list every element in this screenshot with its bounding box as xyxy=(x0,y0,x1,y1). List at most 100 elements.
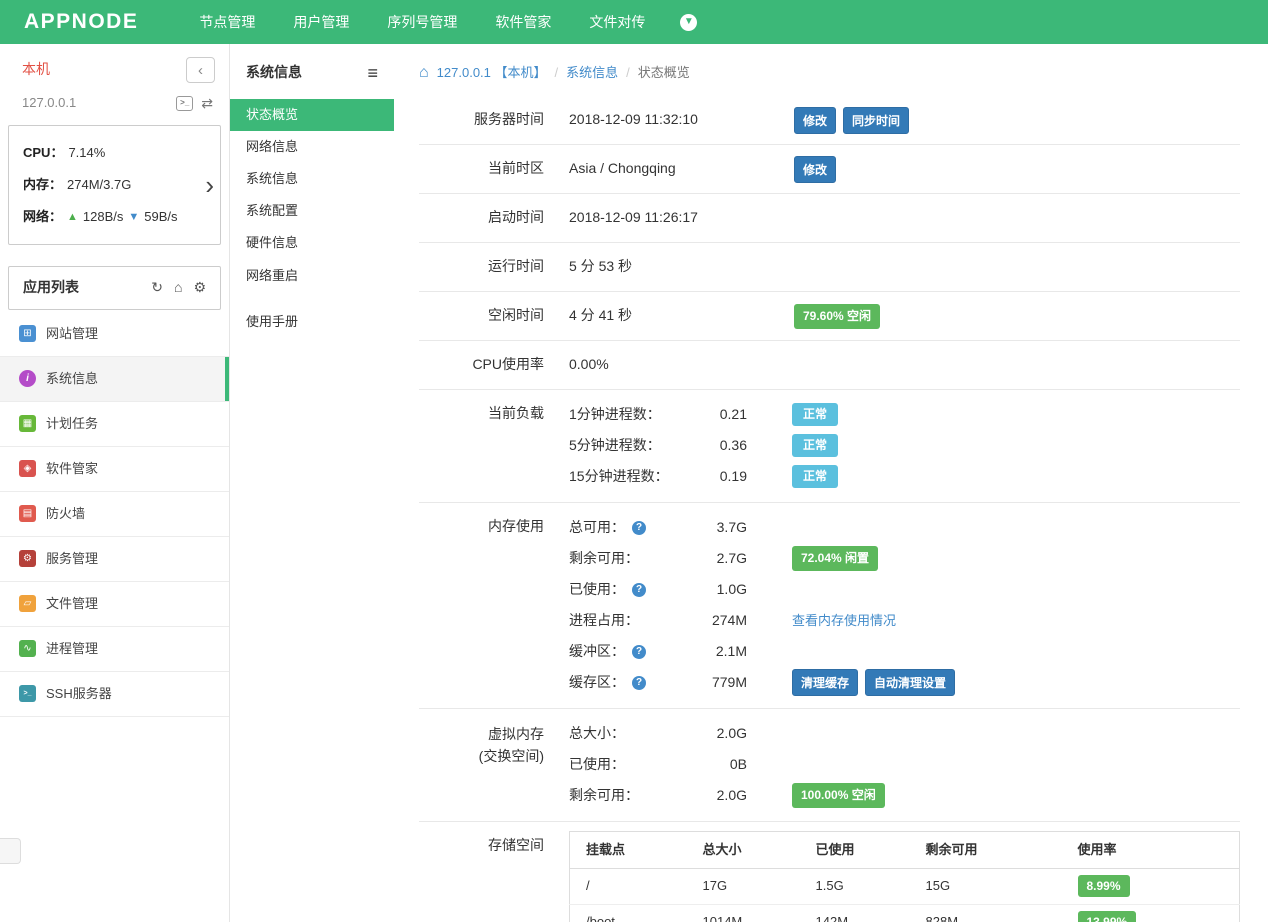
storage-usage-badge: 13.99% xyxy=(1078,911,1137,922)
storage-used: 1.5G xyxy=(800,869,910,904)
app-item-label: 进程管理 xyxy=(46,640,98,658)
app-list-header: 应用列表 ↻ ⌂ ⚙ xyxy=(8,266,221,310)
chevron-down-icon: ▼ xyxy=(680,14,697,31)
upload-arrow-icon: ▲ xyxy=(67,201,78,233)
submenu-item-status-overview[interactable]: 状态概览 xyxy=(230,99,394,131)
side-widget-tab[interactable] xyxy=(0,838,21,864)
cpu-stat-label: CPU： xyxy=(23,137,63,169)
storage-free: 15G xyxy=(910,869,1062,904)
swap-label-line2: (交换空间) xyxy=(419,745,544,767)
load-1min-value: 0.21 xyxy=(699,405,747,425)
nav-serial-management[interactable]: 序列号管理 xyxy=(368,0,476,44)
swap-free-label: 剩余可用： xyxy=(569,786,639,806)
ssh-terminal-icon: >_ xyxy=(19,685,36,702)
load-1min-label: 1分钟进程数： xyxy=(569,405,661,425)
submenu-item-hardware-info[interactable]: 硬件信息 xyxy=(230,227,394,259)
sidebar-item-software-manager[interactable]: ◈ 软件管家 xyxy=(0,447,229,492)
row-timezone: 当前时区 Asia / Chongqing 修改 xyxy=(419,145,1240,194)
swap-total-label: 总大小： xyxy=(569,724,625,744)
submenu-item-system-info[interactable]: 系统信息 xyxy=(230,163,394,195)
app-item-label: 计划任务 xyxy=(46,415,98,433)
uptime-value: 5 分 53 秒 xyxy=(569,257,794,277)
menu-icon[interactable]: ≡ xyxy=(367,64,378,82)
network-stat-label: 网络： xyxy=(23,201,62,233)
memory-process-row: 进程占用： 274M 查看内存使用情况 xyxy=(569,605,955,636)
breadcrumb-host-link[interactable]: 127.0.0.1 【本机】 xyxy=(437,64,547,82)
storage-header-row: 挂载点 总大小 已使用 剩余可用 使用率 xyxy=(570,832,1240,869)
app-item-label: 网站管理 xyxy=(46,325,98,343)
network-stat: 网络： ▲ 128B/s ▼ 59B/s xyxy=(23,201,194,233)
home-icon[interactable]: ⌂ xyxy=(174,278,182,298)
sidebar-item-website[interactable]: ⊞ 网站管理 xyxy=(0,312,229,357)
storage-usage-badge: 8.99% xyxy=(1078,875,1130,897)
help-icon[interactable]: ? xyxy=(632,676,646,690)
home-icon[interactable]: ⌂ xyxy=(419,65,429,81)
chevron-right-icon[interactable]: › xyxy=(205,167,214,203)
timezone-label: 当前时区 xyxy=(419,159,569,179)
calendar-icon: ▦ xyxy=(19,415,36,432)
gear-icon[interactable]: ⚙ xyxy=(193,278,206,298)
memory-total-value: 3.7G xyxy=(699,518,747,538)
breadcrumb-separator: / xyxy=(555,64,559,82)
download-arrow-icon: ▼ xyxy=(128,201,139,233)
terminal-icon[interactable]: >_ xyxy=(176,96,193,111)
row-uptime: 运行时间 5 分 53 秒 xyxy=(419,243,1240,292)
top-navbar: APPNODE 节点管理 用户管理 序列号管理 软件管家 文件对传 ▼ xyxy=(0,0,1268,44)
sidebar-item-processes[interactable]: ∿ 进程管理 xyxy=(0,627,229,672)
storage-free: 828M xyxy=(910,904,1062,922)
breadcrumb-section-link[interactable]: 系统信息 xyxy=(566,64,618,82)
memory-stat-value: 274M/3.7G xyxy=(67,169,131,201)
uptime-label: 运行时间 xyxy=(419,257,569,277)
swap-free-row: 剩余可用： 2.0G 100.00% 空闲 xyxy=(569,780,885,811)
sidebar-collapse-button[interactable]: ‹ xyxy=(186,57,215,83)
row-idle-time: 空闲时间 4 分 41 秒 79.60% 空闲 xyxy=(419,292,1240,341)
memory-stat: 内存： 274M/3.7G xyxy=(23,169,194,201)
modify-time-button[interactable]: 修改 xyxy=(794,107,836,134)
cpu-usage-label: CPU使用率 xyxy=(419,355,569,375)
nav-more-button[interactable]: ▼ xyxy=(664,14,713,31)
help-icon[interactable]: ? xyxy=(632,521,646,535)
nav-node-management[interactable]: 节点管理 xyxy=(180,0,274,44)
submenu-item-network-info[interactable]: 网络信息 xyxy=(230,131,394,163)
nav-user-management[interactable]: 用户管理 xyxy=(274,0,368,44)
info-icon: i xyxy=(19,370,36,387)
sidebar-item-ssh[interactable]: >_ SSH服务器 xyxy=(0,672,229,717)
row-storage: 存储空间 挂载点 总大小 已使用 剩余可用 使用率 / 17G xyxy=(419,822,1240,922)
load-15min-value: 0.19 xyxy=(699,467,747,487)
memory-buffer-row: 缓冲区： ? 2.1M xyxy=(569,636,955,667)
memory-usage-detail-link[interactable]: 查看内存使用情况 xyxy=(792,612,896,630)
switch-server-icon[interactable]: ⇄ xyxy=(201,96,213,110)
load-15min-row: 15分钟进程数： 0.19 正常 xyxy=(569,461,838,492)
row-boot-time: 启动时间 2018-12-09 11:26:17 xyxy=(419,194,1240,243)
memory-total-row: 总可用： ? 3.7G xyxy=(569,512,955,543)
swap-used-value: 0B xyxy=(699,755,747,775)
nav-software-manager[interactable]: 软件管家 xyxy=(476,0,570,44)
storage-label: 存储空间 xyxy=(419,831,569,856)
app-item-label: 服务管理 xyxy=(46,550,98,568)
submenu-item-manual[interactable]: 使用手册 xyxy=(230,306,394,338)
system-info-submenu: 系统信息 ≡ 状态概览 网络信息 系统信息 系统配置 硬件信息 网络重启 使用手… xyxy=(230,44,394,922)
submenu-item-system-config[interactable]: 系统配置 xyxy=(230,195,394,227)
sidebar-item-cron[interactable]: ▦ 计划任务 xyxy=(0,402,229,447)
swap-used-row: 已使用： 0B xyxy=(569,749,885,780)
clear-cache-button[interactable]: 清理缓存 xyxy=(792,669,858,696)
sidebar-item-system-info[interactable]: i 系统信息 xyxy=(0,357,229,402)
sidebar-item-services[interactable]: ⚙ 服务管理 xyxy=(0,537,229,582)
auto-clean-settings-button[interactable]: 自动清理设置 xyxy=(865,669,955,696)
help-icon[interactable]: ? xyxy=(632,645,646,659)
server-stats-panel[interactable]: CPU： 7.14% 内存： 274M/3.7G 网络： ▲ 128B/s ▼ … xyxy=(8,125,221,245)
sidebar-item-firewall[interactable]: ▤ 防火墙 xyxy=(0,492,229,537)
sync-time-button[interactable]: 同步时间 xyxy=(843,107,909,134)
modify-timezone-button[interactable]: 修改 xyxy=(794,156,836,183)
app-item-label: 软件管家 xyxy=(46,460,98,478)
swap-total-row: 总大小： 2.0G xyxy=(569,718,885,749)
app-list-title: 应用列表 xyxy=(23,278,79,298)
nav-file-transfer[interactable]: 文件对传 xyxy=(570,0,664,44)
sidebar-item-files[interactable]: ▱ 文件管理 xyxy=(0,582,229,627)
row-swap: 虚拟内存 (交换空间) 总大小： 2.0G 已使用： 0B 剩余可用： 2.0G… xyxy=(419,709,1240,822)
server-ip: 127.0.0.1 xyxy=(22,94,76,112)
appnode-logo[interactable]: APPNODE xyxy=(0,7,180,36)
submenu-item-network-restart[interactable]: 网络重启 xyxy=(230,260,394,292)
help-icon[interactable]: ? xyxy=(632,583,646,597)
refresh-icon[interactable]: ↻ xyxy=(151,278,163,298)
